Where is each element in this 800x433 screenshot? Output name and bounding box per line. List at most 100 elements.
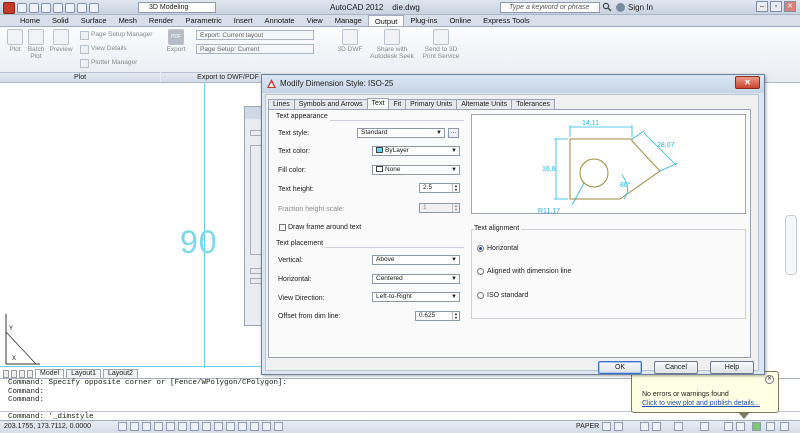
preview-button[interactable]: Preview <box>47 29 75 53</box>
new-icon[interactable] <box>17 2 27 13</box>
tab-tolerances[interactable]: Tolerances <box>511 99 555 109</box>
spin-down-icon[interactable]: ▼ <box>452 188 459 192</box>
dynamic-input-icon[interactable] <box>226 422 235 431</box>
lineweight-icon[interactable] <box>238 422 247 431</box>
export-panel-title[interactable]: Export to DWF/PDF <box>161 72 261 82</box>
balloon-close-icon[interactable]: ✕ <box>765 375 774 384</box>
ribbon-tab-solid[interactable]: Solid <box>46 15 75 26</box>
view-direction-select[interactable]: Left-to-Right ▼ <box>372 292 460 302</box>
text-height-spinner[interactable]: 2.5 ▲ ▼ <box>419 183 460 193</box>
ribbon-tab-online[interactable]: Online <box>443 15 477 26</box>
selection-cycling-icon[interactable] <box>274 422 283 431</box>
ribbon-tab-view[interactable]: View <box>301 15 329 26</box>
draw-frame-checkbox[interactable] <box>279 224 286 231</box>
quick-view-drawings-icon[interactable] <box>614 422 623 431</box>
plot-icon[interactable] <box>65 2 75 13</box>
save-icon[interactable] <box>41 2 51 13</box>
plot-panel-title[interactable]: Plot <box>0 72 160 82</box>
dialog-close-button[interactable]: ✕ <box>735 76 760 89</box>
ribbon-tab-manage[interactable]: Manage <box>329 15 368 26</box>
align-horizontal-radio[interactable] <box>477 245 484 252</box>
undo-icon[interactable] <box>77 2 87 13</box>
quick-properties-icon[interactable] <box>262 422 271 431</box>
tab-fit[interactable]: Fit <box>388 99 407 109</box>
object-snap-tracking-icon[interactable] <box>202 422 211 431</box>
plotter-manager-button[interactable]: Plotter Manager <box>80 58 137 68</box>
batch-plot-button[interactable]: Batch Plot <box>24 29 48 60</box>
3d-dwf-button[interactable]: 3D DWF <box>336 29 364 53</box>
balloon-details-link[interactable]: Click to view plot and publish details..… <box>642 399 778 408</box>
cancel-button[interactable]: Cancel <box>654 361 698 374</box>
export-button[interactable]: PDF Export <box>164 29 188 53</box>
ribbon-tab-insert[interactable]: Insert <box>228 15 259 26</box>
first-layout-icon[interactable] <box>3 370 9 378</box>
search-icon[interactable] <box>602 2 612 12</box>
snap-mode-icon[interactable] <box>130 422 139 431</box>
toolbar-lock-icon[interactable] <box>700 422 709 431</box>
plot-status-icon[interactable] <box>724 422 733 431</box>
annotation-scale-icon[interactable] <box>640 422 649 431</box>
close-window-button[interactable]: ✕ <box>784 1 796 12</box>
align-dimension-line-radio[interactable] <box>477 268 484 275</box>
page-setup-select[interactable]: Page Setup: Current <box>196 44 314 54</box>
export-layout-select[interactable]: Export: Current layout <box>196 30 314 40</box>
ok-button[interactable]: OK <box>598 361 642 374</box>
clean-screen-icon[interactable] <box>780 422 789 431</box>
page-setup-manager-button[interactable]: Page Setup Manager <box>80 30 152 40</box>
search-input[interactable]: Type a keyword or phrase <box>500 2 600 13</box>
3d-object-snap-icon[interactable] <box>190 422 199 431</box>
share-autodesk-seek-button[interactable]: Share with Autodesk Seek <box>367 29 417 60</box>
ribbon-tab-plug-ins[interactable]: Plug-ins <box>404 15 443 26</box>
maximize-button[interactable]: ▫ <box>770 1 782 12</box>
annotation-visibility-icon[interactable] <box>652 422 661 431</box>
object-snap-icon[interactable] <box>178 422 187 431</box>
tab-symbols-and-arrows[interactable]: Symbols and Arrows <box>293 99 368 109</box>
grid-display-icon[interactable] <box>142 422 151 431</box>
redo-icon[interactable] <box>89 2 99 13</box>
paper-model-toggle[interactable]: PAPER <box>576 423 599 431</box>
open-icon[interactable] <box>29 2 39 13</box>
tab-lines[interactable]: Lines <box>268 99 295 109</box>
quick-view-layouts-icon[interactable] <box>602 422 611 431</box>
text-style-browse-button[interactable]: ... <box>448 128 459 138</box>
fill-color-select[interactable]: None ▼ <box>372 165 460 175</box>
text-color-select[interactable]: ByLayer ▼ <box>372 146 460 156</box>
fraction-height-spinner[interactable]: 1 ▲ ▼ <box>419 203 460 213</box>
view-details-button[interactable]: View Details <box>80 44 127 54</box>
spin-down-icon[interactable]: ▼ <box>452 316 459 320</box>
layout-tab-model[interactable]: Model <box>35 369 65 378</box>
coordinate-readout[interactable]: 203.1755, 173.7112, 0.0000 <box>4 423 91 431</box>
offset-spinner[interactable]: 0.625 ▲ ▼ <box>415 311 460 321</box>
ribbon-tab-parametric[interactable]: Parametric <box>180 15 228 26</box>
ribbon-tab-annotate[interactable]: Annotate <box>259 15 301 26</box>
tab-primary-units[interactable]: Primary Units <box>405 99 458 109</box>
sign-in-link[interactable]: Sign In <box>628 2 653 13</box>
tab-alternate-units[interactable]: Alternate Units <box>456 99 513 109</box>
ribbon-tab-express-tools[interactable]: Express Tools <box>477 15 536 26</box>
previous-layout-icon[interactable] <box>11 370 17 378</box>
app-menu-icon[interactable] <box>3 1 15 14</box>
workspace-select[interactable]: 3D Modeling <box>138 2 216 13</box>
plot-publish-icon[interactable] <box>736 422 745 431</box>
workspace-switching-icon[interactable] <box>674 422 683 431</box>
send-3d-print-button[interactable]: Send to 3D Print Service <box>418 29 464 60</box>
align-iso-standard-radio[interactable] <box>477 292 484 299</box>
minimize-button[interactable]: – <box>756 1 768 12</box>
infer-constraints-icon[interactable] <box>118 422 127 431</box>
status-ok-icon[interactable] <box>752 422 761 431</box>
ribbon-tab-mesh[interactable]: Mesh <box>113 15 143 26</box>
text-style-select[interactable]: Standard ▼ <box>357 128 445 138</box>
navigation-bar[interactable] <box>785 215 797 275</box>
save-as-icon[interactable] <box>53 2 63 13</box>
layout-tab-layout1[interactable]: Layout1 <box>66 369 101 378</box>
ortho-mode-icon[interactable] <box>154 422 163 431</box>
ribbon-tab-surface[interactable]: Surface <box>75 15 113 26</box>
vertical-select[interactable]: Above ▼ <box>372 255 460 265</box>
isolate-objects-icon[interactable] <box>766 422 775 431</box>
layout-tab-layout2[interactable]: Layout2 <box>103 369 138 378</box>
next-layout-icon[interactable] <box>19 370 25 378</box>
horizontal-select[interactable]: Centered ▼ <box>372 274 460 284</box>
transparency-icon[interactable] <box>250 422 259 431</box>
dynamic-ucs-icon[interactable] <box>214 422 223 431</box>
ribbon-tab-render[interactable]: Render <box>143 15 180 26</box>
